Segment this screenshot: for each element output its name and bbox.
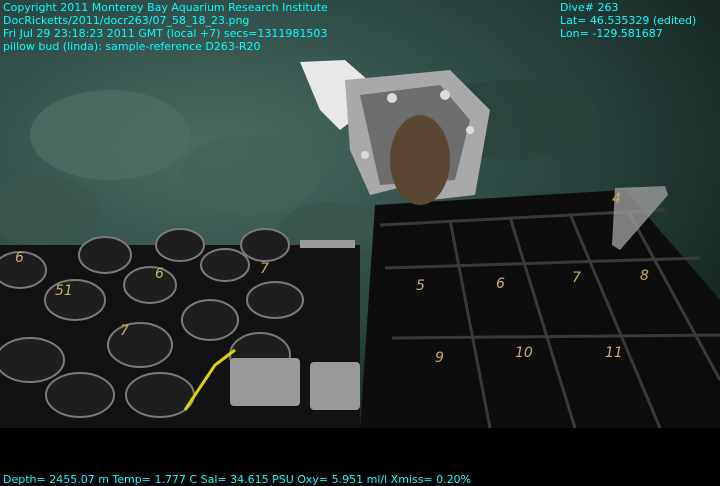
cell-number-11: 11: [605, 345, 623, 361]
overlay-top-right: Dive# 263 Lat= 46.535329 (edited) Lon= -…: [560, 1, 696, 40]
seafloor-scene: 4 5 6 7 8 9 10 11 6 51 7 6 7: [0, 60, 720, 428]
sampler-rack: 6 51 7 6 7: [0, 228, 360, 428]
cell-number-8: 8: [640, 268, 649, 284]
rock-sample: [390, 115, 450, 205]
longitude: Lon= -129.581687: [560, 27, 663, 40]
copyright-line: Copyright 2011 Monterey Bay Aquarium Res…: [3, 1, 328, 14]
sampler-label: 7: [120, 323, 129, 339]
sample-tray: 4 5 6 7 8 9 10 11: [360, 186, 720, 428]
dive-number: Dive# 263: [560, 1, 619, 14]
annotation-line: pillow bud (linda): sample-reference D26…: [3, 40, 261, 53]
cell-number-4: 4: [612, 191, 621, 207]
rock: [180, 135, 320, 215]
overlay-top-left: Copyright 2011 Monterey Bay Aquarium Res…: [3, 1, 328, 53]
sensor-readout: Depth= 2455.07 m Temp= 1.777 C Sal= 34.6…: [3, 473, 472, 486]
rock: [0, 175, 100, 245]
camera-view: 4 5 6 7 8 9 10 11 6 51 7 6 7: [0, 0, 720, 428]
robotic-claw: [300, 60, 490, 205]
cell-number-6: 6: [496, 276, 505, 292]
cell-number-9: 9: [435, 350, 444, 366]
sampler-label: 6: [155, 266, 164, 282]
sampler-label: 7: [260, 261, 269, 277]
cell-number-5: 5: [416, 278, 425, 294]
sampler-label: 6: [15, 250, 24, 266]
cell-number-7: 7: [572, 270, 581, 286]
sampler-label: 51: [55, 283, 73, 299]
latitude: Lat= 46.535329 (edited): [560, 14, 697, 27]
timestamp-line: Fri Jul 29 23:18:23 2011 GMT (local +7) …: [3, 27, 328, 40]
cell-number-10: 10: [515, 345, 533, 361]
rock: [30, 90, 190, 180]
image-path-line: DocRicketts/2011/docr263/07_58_18_23.png: [3, 14, 250, 27]
